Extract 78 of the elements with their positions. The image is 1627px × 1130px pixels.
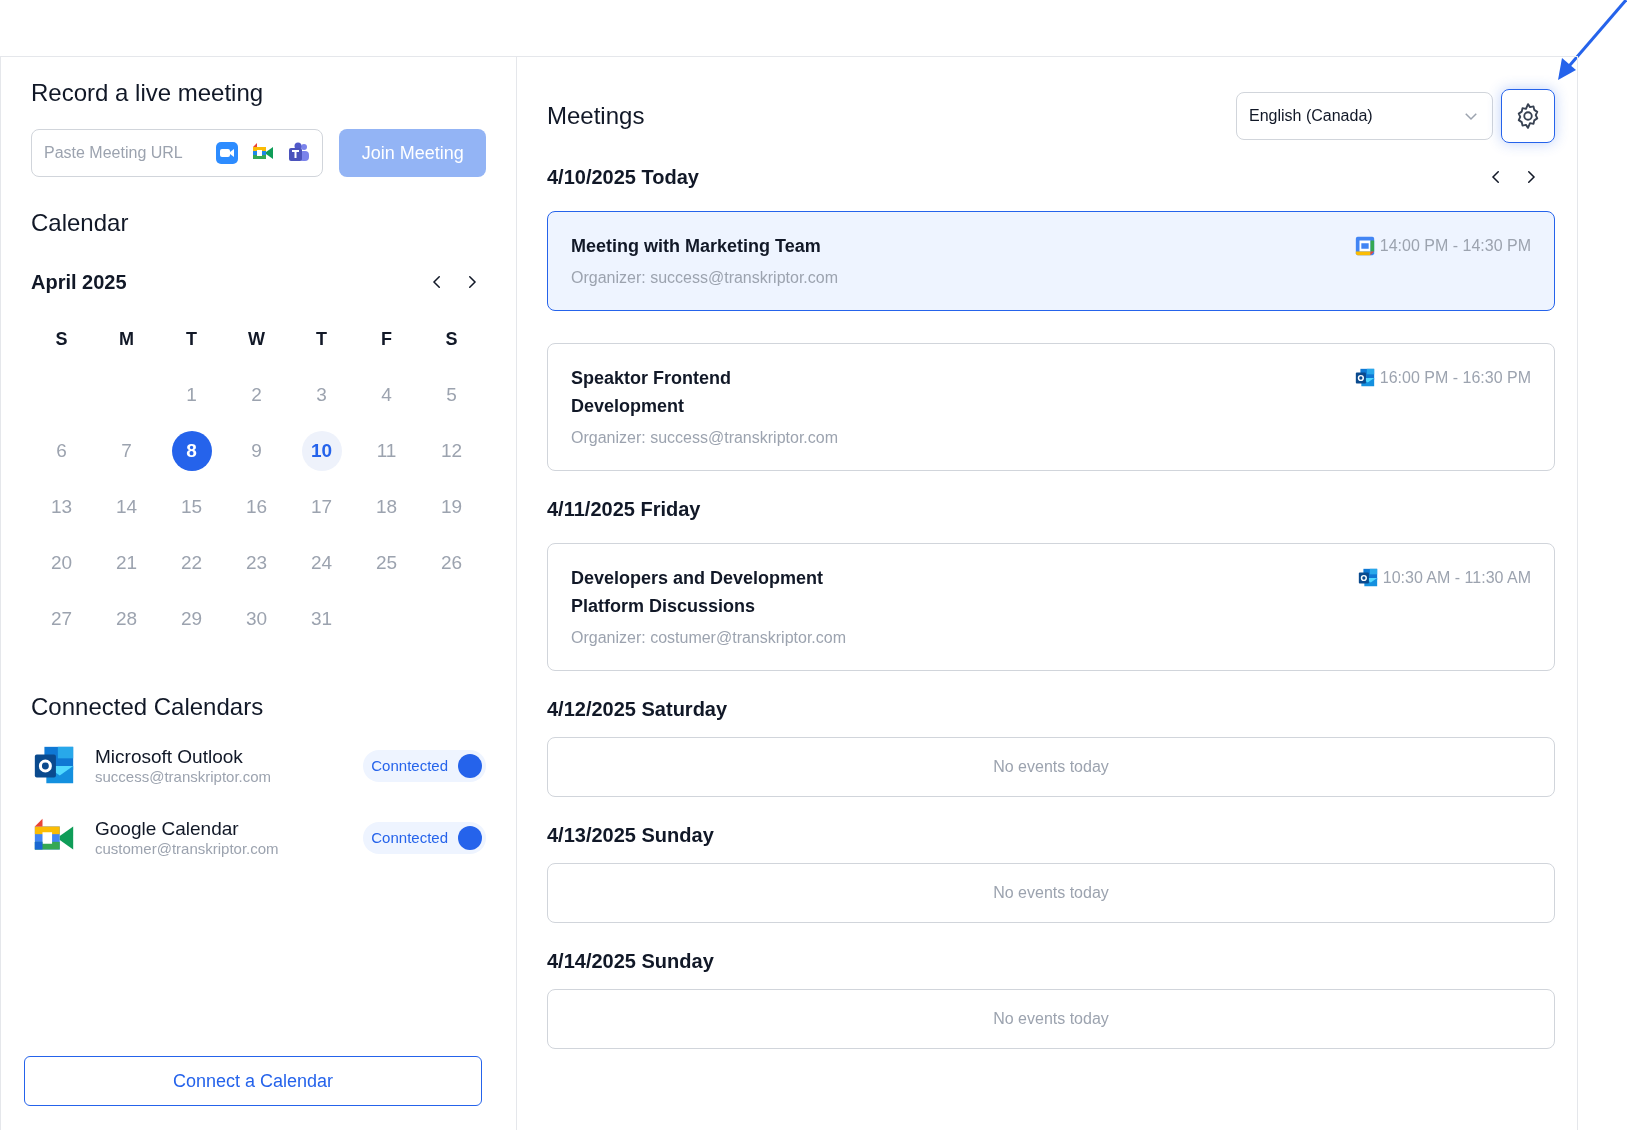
calendar-day[interactable]: 13 — [41, 487, 82, 527]
envelope-icon — [1353, 367, 1376, 389]
meeting-card[interactable]: Speaktor Frontend Development 16:00 PM - 16:30 PM Organizer: success@transkriptor.com — [547, 343, 1555, 471]
month-label: April 2025 — [31, 270, 128, 295]
date-heading: 4/11/2025 Friday — [547, 497, 702, 522]
calendar-day[interactable]: 24 — [301, 543, 342, 583]
weekday-label: F — [381, 327, 392, 351]
meeting-title: Meeting with Marketing Team — [571, 235, 821, 258]
no-events-message: No events today — [547, 989, 1555, 1049]
calendar-day[interactable]: 29 — [171, 599, 212, 639]
meeting-card[interactable]: Developers and Development Platform Discussions 10:30 AM - 11:30 AM Organizer: costumer@transkriptor.com — [547, 543, 1555, 671]
calendar-day[interactable]: 5 — [431, 375, 472, 415]
calendar-day[interactable]: 11 — [366, 431, 407, 471]
weekday-label: T — [316, 327, 327, 351]
connect-calendar-button[interactable]: Connect a Calendar — [24, 1056, 482, 1106]
calendar-day[interactable]: 7 — [106, 431, 147, 471]
calendar-day[interactable]: 20 — [41, 543, 82, 583]
calendar-day[interactable]: 31 — [301, 599, 342, 639]
calendar-name: Microsoft Outlook — [95, 746, 244, 768]
date-heading: 4/12/2025 Saturday — [547, 697, 729, 722]
meeting-title: Developers and Development Platform Discussions — [571, 567, 825, 618]
calendar-email: customer@transkriptor.com — [95, 840, 280, 858]
calendar-day[interactable]: 10 — [301, 431, 342, 471]
organizer-label: Organizer: success@transkriptor.com — [571, 268, 839, 288]
weekday-label: M — [119, 327, 134, 351]
connection-toggle[interactable]: Conntected — [363, 822, 486, 854]
meeting-time: 14:00 PM - 14:30 PM — [1379, 236, 1531, 256]
language-dropdown[interactable]: English (Canada) — [1236, 92, 1493, 140]
calendar-day[interactable]: 9 — [236, 431, 277, 471]
date-heading: 4/10/2025 Today — [547, 165, 700, 190]
section-title: Calendar — [31, 208, 130, 238]
weekday-label: S — [445, 327, 458, 351]
meeting-title: Speaktor Frontend Development — [571, 367, 732, 418]
section-title: Meetings — [547, 101, 646, 131]
meeting-url-field[interactable]: Paste Meeting URL — [31, 129, 324, 177]
calendar-day[interactable]: 4 — [366, 375, 407, 415]
calendar-day[interactable]: 25 — [366, 543, 407, 583]
connection-toggle[interactable]: Conntected — [363, 750, 486, 782]
calendar-day[interactable]: 18 — [366, 487, 407, 527]
arrow-icon — [1556, 0, 1627, 82]
weekday-label: W — [248, 327, 265, 351]
organizer-label: Organizer: success@transkriptor.com — [571, 428, 839, 448]
calendar-day[interactable]: 28 — [106, 599, 147, 639]
meeting-time: 10:30 AM - 11:30 AM — [1382, 568, 1531, 588]
date-heading: 4/14/2025 Sunday — [547, 949, 715, 974]
weekday-label: S — [55, 327, 68, 351]
meeting-time: 16:00 PM - 16:30 PM — [1379, 368, 1531, 388]
calendar-day[interactable]: 6 — [41, 431, 82, 471]
calendar-day[interactable]: 21 — [106, 543, 147, 583]
calendar-day[interactable]: 12 — [431, 431, 472, 471]
calendar-day[interactable]: 22 — [171, 543, 212, 583]
weekday-label: T — [186, 327, 197, 351]
calendar-day[interactable]: 1 — [171, 375, 212, 415]
calendar-day[interactable]: 27 — [41, 599, 82, 639]
calendar-email: success@transkriptor.com — [95, 768, 273, 786]
calendar-day[interactable]: 30 — [236, 599, 277, 639]
calendar-day[interactable]: 2 — [236, 375, 277, 415]
settings-button[interactable] — [1501, 89, 1555, 143]
video-camera-icon — [215, 141, 240, 165]
meeting-card[interactable]: Meeting with Marketing Team 14:00 PM - 14:30 PM Organizer: success@transkriptor.com — [547, 211, 1555, 311]
section-title: Connected Calendars — [31, 692, 265, 722]
calendar-day[interactable]: 14 — [106, 487, 147, 527]
section-title: Record a live meeting — [31, 78, 265, 108]
calendar-day[interactable]: 3 — [301, 375, 342, 415]
calendar-day[interactable]: 17 — [301, 487, 342, 527]
calendar-day[interactable]: 26 — [431, 543, 472, 583]
calendar-day[interactable]: 8 — [171, 431, 212, 471]
calendar-day[interactable]: 19 — [431, 487, 472, 527]
date-heading: 4/13/2025 Sunday — [547, 823, 715, 848]
calendar-day[interactable]: 23 — [236, 543, 277, 583]
organizer-label: Organizer: costumer@transkriptor.com — [571, 628, 847, 648]
no-events-message: No events today — [547, 863, 1555, 923]
calendar-icon — [1353, 235, 1376, 257]
envelope-icon — [1356, 567, 1379, 589]
no-events-message: No events today — [547, 737, 1555, 797]
calendar-day[interactable]: 15 — [171, 487, 212, 527]
calendar-day[interactable]: 16 — [236, 487, 277, 527]
calendar-name: Google Calendar — [95, 818, 240, 840]
